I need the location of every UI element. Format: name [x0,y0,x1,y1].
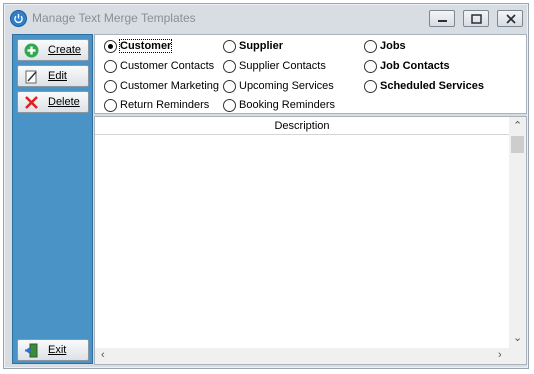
option-label: Job Contacts [380,60,450,72]
red-x-icon [25,96,38,109]
radio-customer-contacts[interactable] [104,60,117,73]
chevron-up-icon[interactable]: ⌃ [513,121,522,132]
exit-button[interactable]: Exit [17,339,89,361]
chevron-left-icon[interactable]: ‹ [101,350,105,361]
maximize-button[interactable] [463,10,489,27]
option-label: Scheduled Services [380,80,484,92]
edit-label: Edit [48,70,67,82]
radio-booking-reminders[interactable] [223,99,236,112]
scroll-corner [509,348,526,364]
option-label: Customer Marketing [120,80,220,92]
scroll-thumb[interactable] [511,136,524,153]
delete-button[interactable]: Delete [17,91,89,113]
window-title: Manage Text Merge Templates [32,11,196,25]
option-label: Upcoming Services [239,80,334,92]
sidebar: Create Edit Delete Exit [12,34,93,364]
horizontal-scrollbar[interactable]: ‹ › [95,348,509,364]
radio-customer[interactable] [104,40,117,53]
chevron-right-icon[interactable]: › [498,350,502,361]
radio-return-reminders[interactable] [104,99,117,112]
chevron-down-icon[interactable]: ⌄ [513,333,522,344]
door-exit-icon [25,343,38,358]
pencil-page-icon [25,70,37,84]
radio-jobs[interactable] [364,40,377,53]
templates-grid[interactable]: Description ⌃ ⌄ ‹ › [94,116,527,365]
edit-button[interactable]: Edit [17,65,89,87]
title-bar[interactable]: Manage Text Merge Templates [4,4,528,32]
exit-label: Exit [48,344,67,356]
vertical-scrollbar[interactable]: ⌃ ⌄ [509,117,526,348]
create-label: Create [48,44,82,56]
option-label: Return Reminders [120,99,210,111]
option-label: Jobs [380,40,406,52]
plus-circle-icon [24,43,39,58]
option-label: Supplier Contacts [239,60,326,72]
radio-customer-marketing[interactable] [104,80,117,93]
radio-supplier-contacts[interactable] [223,60,236,73]
radio-scheduled-services[interactable] [364,80,377,93]
close-icon [506,14,516,24]
option-label: Booking Reminders [239,99,335,111]
power-icon [10,10,27,27]
radio-supplier[interactable] [223,40,236,53]
window: Manage Text Merge Templates Create Edit … [3,3,529,369]
option-label: Customer Contacts [120,60,215,72]
column-header-description[interactable]: Description [95,117,509,135]
option-label: Customer [118,39,173,53]
radio-job-contacts[interactable] [364,60,377,73]
template-type-options: Customer Supplier Jobs Customer Contacts… [94,34,527,114]
maximize-icon [471,14,482,24]
minimize-icon [438,20,447,22]
minimize-button[interactable] [429,10,455,27]
option-label: Supplier [239,40,284,52]
close-button[interactable] [497,10,523,27]
radio-upcoming-services[interactable] [223,80,236,93]
delete-label: Delete [48,96,80,108]
create-button[interactable]: Create [17,39,89,61]
